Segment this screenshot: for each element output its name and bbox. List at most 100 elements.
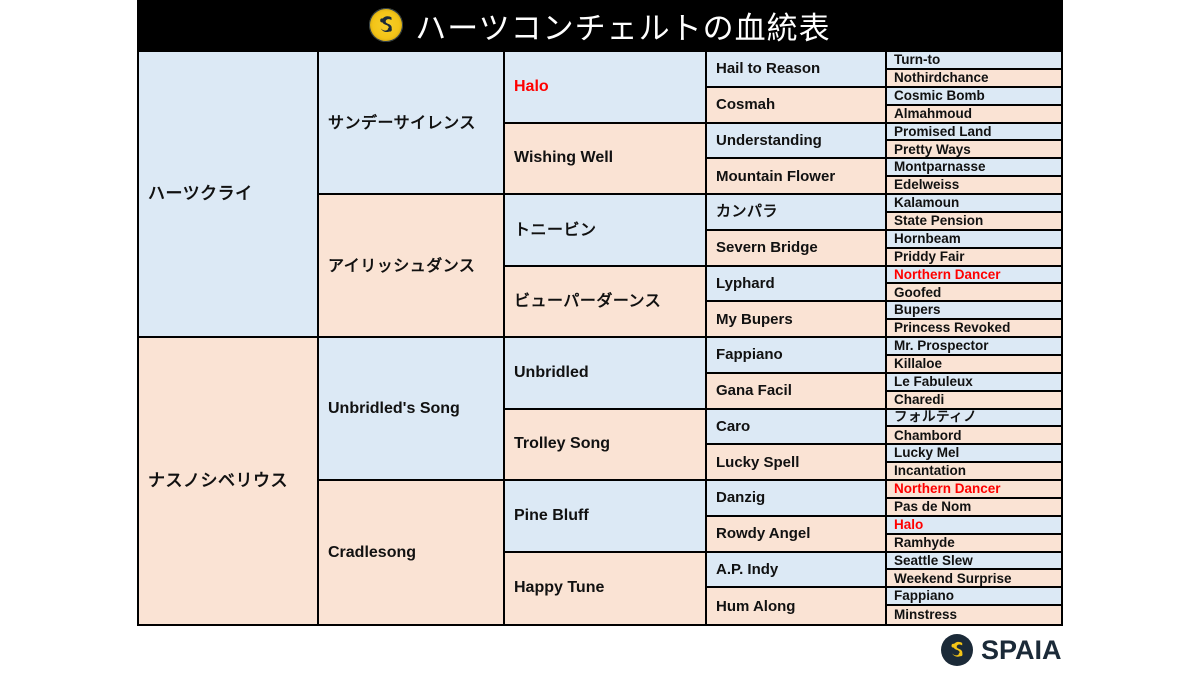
gen5-cell: Pretty Ways <box>887 141 1061 160</box>
gen4-cell: Rowdy Angel <box>707 516 887 553</box>
gen5-horse-name: Kalamoun <box>894 195 960 211</box>
gen4-cell: Mountain Flower <box>707 159 887 195</box>
gen5-horse-name: Charedi <box>894 391 945 407</box>
gen5-cell: Kalamoun <box>887 195 1061 213</box>
gen4-cell: Danzig <box>707 481 887 517</box>
gen5-cell: Fappiano <box>887 588 1061 607</box>
gen3-cell: Trolley Song <box>505 409 707 481</box>
gen5-horse-name: Chambord <box>894 427 962 443</box>
gen4-horse-name: Mountain Flower <box>716 167 836 185</box>
generation-1-column: ハーツクライナスノシベリウス <box>139 52 319 624</box>
page-title: ハーツコンチェルトの血統表 <box>415 10 831 47</box>
gen4-cell: A.P. Indy <box>707 552 887 589</box>
gen5-horse-name: Promised Land <box>894 123 992 139</box>
spaia-swirl-icon <box>941 634 973 666</box>
gen4-horse-name: Caro <box>716 417 751 435</box>
gen2-horse-name: サンデーサイレンス <box>328 112 476 132</box>
gen5-cell: Promised Land <box>887 123 1061 142</box>
gen5-horse-name: Pretty Ways <box>894 141 971 157</box>
gen3-cell: Wishing Well <box>505 123 707 195</box>
gen5-cell: Northern Dancer <box>887 266 1061 285</box>
spaia-footer-logo: SPAIA <box>941 632 1063 668</box>
generation-2-column: サンデーサイレンス アイリッシュダンス Unbridled's Song Cradle… <box>319 52 505 624</box>
gen5-horse-name: Goofed <box>894 284 942 300</box>
gen2-horse-name: Unbridled's Song <box>328 399 460 417</box>
gen3-horse-name: Unbridled <box>514 363 589 381</box>
gen5-cell: Charedi <box>887 391 1061 410</box>
pedigree-page: ハーツコンチェルトの血統表 ハーツクライナスノシベリウス サンデーサイレンス アイ… <box>0 0 1200 674</box>
gen5-horse-name: Lucky Mel <box>894 445 960 461</box>
gen3-horse-name: Trolley Song <box>514 435 611 453</box>
gen5-horse-name: Seattle Slew <box>894 552 973 568</box>
gen4-cell: Lucky Spell <box>707 445 887 481</box>
generation-5-column: Turn-to Nothirdchance Cosmic Bomb Almahmoud… <box>887 52 1061 624</box>
gen5-horse-name: Cosmic Bomb <box>894 87 985 103</box>
gen4-horse-name: Severn Bridge <box>716 239 818 257</box>
gen1-cell: ナスノシベリウス <box>139 338 319 624</box>
gen4-horse-name: Fappiano <box>716 346 783 364</box>
gen4-cell: Hail to Reason <box>707 52 887 88</box>
gen5-horse-name: Minstress <box>894 607 958 623</box>
gen5-horse-name: Nothirdchance <box>894 70 989 86</box>
gen5-cell: Almahmoud <box>887 105 1061 124</box>
gen5-cell: Seattle Slew <box>887 552 1061 571</box>
gen4-horse-name: Lucky Spell <box>716 453 800 471</box>
gen3-horse-name: ビューパーダーンス <box>514 291 662 311</box>
gen5-cell: Turn-to <box>887 52 1061 70</box>
gen5-cell: Nothirdchance <box>887 69 1061 88</box>
gen5-cell: Mr. Prospector <box>887 338 1061 356</box>
gen4-cell: Hum Along <box>707 588 887 624</box>
gen1-horse-name: ナスノシベリウス <box>148 470 288 491</box>
generation-4-column: Hail to Reason Cosmah Understanding Mountai… <box>707 52 887 624</box>
gen3-cell: トニービン <box>505 195 707 267</box>
gen4-cell: Caro <box>707 409 887 446</box>
gen5-horse-name: Princess Revoked <box>894 320 1011 336</box>
gen4-horse-name: Hail to Reason <box>716 60 821 78</box>
gen3-horse-name: Pine Bluff <box>514 506 589 524</box>
gen5-cell: Hornbeam <box>887 230 1061 249</box>
generation-3-column: Halo Wishing Well トニービン ビューパーダーンス Unbridled T… <box>505 52 707 624</box>
gen2-cell: Unbridled's Song <box>319 338 505 481</box>
gen5-horse-name: Almahmoud <box>894 105 973 121</box>
gen5-horse-name: Priddy Fair <box>894 248 965 264</box>
gen5-cell: Ramhyde <box>887 534 1061 553</box>
gen4-horse-name: Hum Along <box>716 597 796 615</box>
gen4-horse-name: Rowdy Angel <box>716 525 811 543</box>
gen4-horse-name: A.P. Indy <box>716 560 779 578</box>
gen4-horse-name: My Bupers <box>716 310 793 328</box>
gen1-horse-name: ハーツクライ <box>148 183 253 204</box>
gen5-cell: Priddy Fair <box>887 248 1061 267</box>
gen2-horse-name: アイリッシュダンス <box>328 255 476 275</box>
gen4-horse-name: Cosmah <box>716 96 776 114</box>
gen5-horse-name: Hornbeam <box>894 230 961 246</box>
gen5-cell: Lucky Mel <box>887 445 1061 464</box>
gen3-cell: Pine Bluff <box>505 481 707 553</box>
gen5-horse-name: Northern Dancer <box>894 481 1001 497</box>
gen5-cell: Halo <box>887 516 1061 535</box>
gen5-horse-name: Edelweiss <box>894 177 960 193</box>
gen5-horse-name: Halo <box>894 516 924 532</box>
gen5-horse-name: Mr. Prospector <box>894 338 989 354</box>
gen3-cell: Happy Tune <box>505 552 707 624</box>
gen5-horse-name: Fappiano <box>894 588 954 604</box>
gen2-cell: Cradlesong <box>319 481 505 624</box>
gen5-cell: Princess Revoked <box>887 320 1061 338</box>
gen2-cell: アイリッシュダンス <box>319 195 505 338</box>
gen5-horse-name: Killaloe <box>894 356 943 372</box>
gen4-cell: Lyphard <box>707 266 887 303</box>
brand-name: SPAIA <box>981 634 1062 665</box>
gen5-horse-name: Montparnasse <box>894 159 986 175</box>
gen5-horse-name: Le Fabuleux <box>894 373 973 389</box>
gen5-cell: Northern Dancer <box>887 481 1061 499</box>
gen4-horse-name: Danzig <box>716 489 766 507</box>
gen5-horse-name: Bupers <box>894 302 941 318</box>
gen5-cell: Cosmic Bomb <box>887 87 1061 106</box>
page-title-bar: ハーツコンチェルトの血統表 <box>137 0 1063 50</box>
gen2-horse-name: Cradlesong <box>328 543 417 561</box>
gen4-cell: カンパラ <box>707 195 887 231</box>
gen5-cell: State Pension <box>887 212 1061 231</box>
gen5-cell: Killaloe <box>887 355 1061 374</box>
gen3-horse-name: トニービン <box>514 219 597 239</box>
gen3-cell: ビューパーダーンス <box>505 266 707 338</box>
gen2-cell: サンデーサイレンス <box>319 52 505 195</box>
